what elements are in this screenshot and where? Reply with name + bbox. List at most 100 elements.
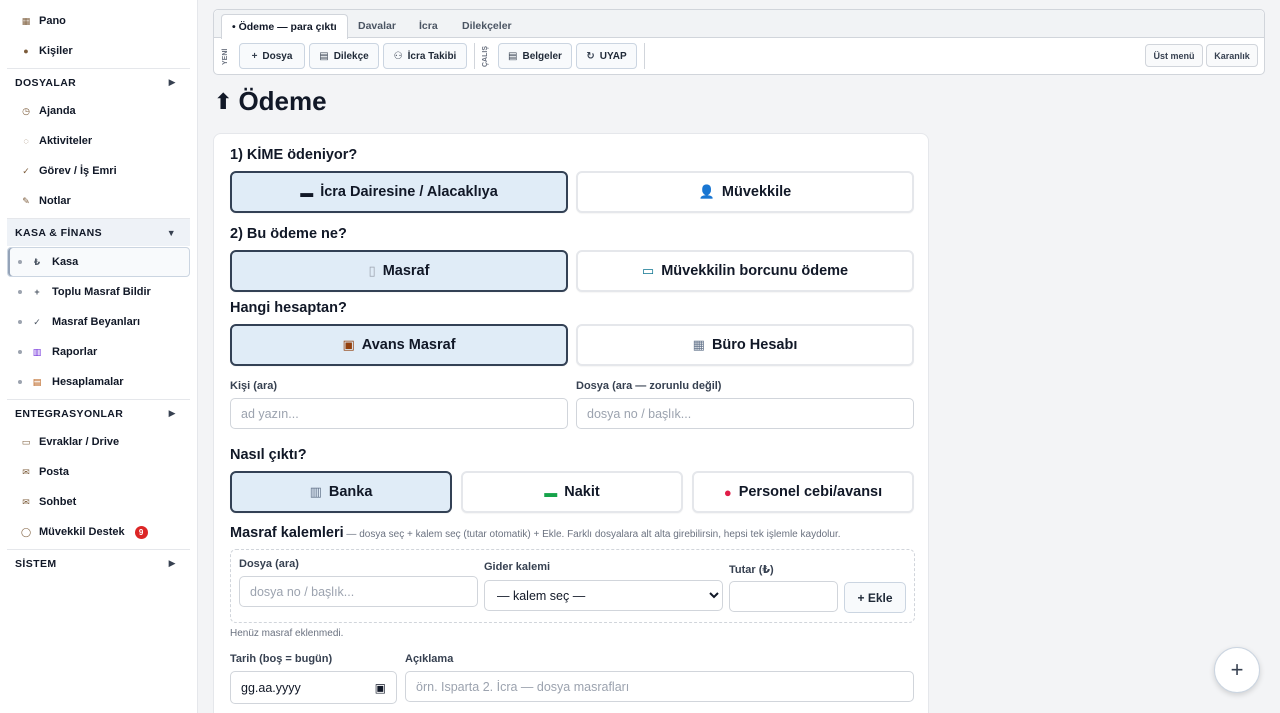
person-search-input[interactable] (230, 398, 568, 429)
toolbar-divider (644, 43, 645, 69)
tab-strip: • Ödeme — para çıktı Davalar İcra Dilekç… (214, 10, 1264, 39)
bank-icon: ▥ (309, 484, 322, 499)
description-label: Açıklama (405, 653, 454, 665)
sidebar-item-toplu-masraf[interactable]: + Toplu Masraf Bildir (0, 277, 197, 307)
description-input[interactable] (405, 671, 914, 702)
sidebar-item-posta[interactable]: ✉ Posta (0, 457, 197, 487)
section-dosyalar[interactable]: DOSYALAR ▶ (7, 68, 190, 96)
briefcase-icon: ▣ (342, 337, 355, 352)
section-kasa-finans[interactable]: KASA & FİNANS ▼ (7, 218, 190, 246)
bullet (18, 380, 22, 384)
sidebar-item-ajanda[interactable]: ◷ Ajanda (0, 96, 197, 126)
expense-amount-input[interactable] (729, 581, 838, 612)
sidebar-item-label: Kasa (52, 256, 79, 268)
calendar-icon[interactable]: ▣ (375, 681, 386, 695)
option-buro-hesabi[interactable]: ▦ Büro Hesabı (576, 324, 914, 366)
receipt-icon: ▯ (368, 263, 376, 278)
option-banka[interactable]: ▥ Banka (230, 471, 452, 513)
sidebar-item-pano[interactable]: ▦ Pano (0, 6, 197, 36)
option-icra-dairesine[interactable]: ▬ İcra Dairesine / Alacaklıya (230, 171, 568, 213)
sidebar-item-label: Pano (39, 15, 66, 27)
sidebar-item-hesaplamalar[interactable]: ▤ Hesaplamalar (0, 367, 197, 397)
section-entegrasyonlar[interactable]: ENTEGRASYONLAR ▶ (7, 399, 190, 427)
group-label-calis: ÇALIŞ (482, 46, 489, 68)
sidebar-item-evraklar[interactable]: ▭ Evraklar / Drive (0, 427, 197, 457)
button-label: Dilekçe (333, 50, 369, 62)
tab-davalar[interactable]: Davalar (358, 14, 396, 38)
dark-mode-button[interactable]: Karanlık (1206, 44, 1258, 67)
expense-item-label: Gider kalemi (484, 561, 551, 573)
person-icon: ● (23, 46, 29, 56)
sidebar-item-raporlar[interactable]: ▥ Raporlar (0, 337, 197, 367)
sidebar-item-gorev[interactable]: ✓ Görev / İş Emri (0, 156, 197, 186)
notification-badge: 9 (134, 525, 148, 539)
document-icon: ▤ (508, 50, 518, 62)
new-file-button[interactable]: + Dosya (239, 43, 305, 69)
question-recipient: 1) KİME ödeniyor? (230, 147, 358, 163)
question-method: Nasıl çıktı? (230, 447, 307, 463)
bullet (18, 350, 22, 354)
question-account: Hangi hesaptan? (230, 300, 347, 316)
date-input[interactable]: gg.aa.yyyy ▣ (230, 671, 397, 704)
option-label: Büro Hesabı (711, 337, 798, 353)
section-label: KASA & FİNANS (15, 226, 103, 239)
option-masraf[interactable]: ▯ Masraf (230, 250, 568, 292)
page-title-text: Ödeme (238, 86, 327, 116)
expenses-hint: — dosya seç + kalem seç (tutar otomatik)… (343, 529, 841, 540)
wallet-icon: ₺ (33, 256, 41, 267)
expense-file-label: Dosya (ara) (239, 558, 299, 570)
expense-file-input[interactable] (239, 576, 478, 607)
new-petition-button[interactable]: ▤ Dilekçe (309, 43, 379, 69)
bullet (18, 260, 22, 264)
new-enforcement-button[interactable]: ⚇ İcra Takibi (383, 43, 467, 69)
grid-icon: ▦ (21, 15, 31, 26)
sidebar-item-masraf-beyanlari[interactable]: ✓ Masraf Beyanları (0, 307, 197, 337)
refresh-icon: ↻ (586, 50, 595, 62)
date-label: Tarih (boş = bugün) (230, 653, 333, 665)
sidebar-item-aktiviteler[interactable]: ◌ Aktiviteler (0, 126, 197, 156)
option-label: İcra Dairesine / Alacaklıya (320, 184, 498, 200)
sidebar-item-muvekkil-destek[interactable]: ◯ Müvekkil Destek 9 (0, 517, 197, 547)
expense-amount-label: Tutar (₺) (729, 564, 774, 576)
group-label-yeni: YENİ (222, 48, 229, 66)
sidebar-item-label: Notlar (39, 195, 71, 207)
add-expense-button[interactable]: + Ekle (844, 582, 906, 613)
option-label: Avans Masraf (361, 337, 456, 353)
section-label: SİSTEM (15, 557, 57, 570)
chevron-right-icon: ▶ (168, 77, 176, 87)
section-sistem[interactable]: SİSTEM ▶ (7, 549, 190, 577)
top-menu-button[interactable]: Üst menü (1145, 44, 1203, 67)
sidebar-item-label: Toplu Masraf Bildir (52, 286, 151, 298)
option-label: Müvekkilin borcunu ödeme (661, 263, 849, 279)
chat-icon: ✉ (22, 496, 30, 507)
tab-dilekceler[interactable]: Dilekçeler (462, 14, 512, 38)
option-muvekkil-borcu[interactable]: ▭ Müvekkilin borcunu ödeme (576, 250, 914, 292)
option-muvekkile[interactable]: 👤 Müvekkile (576, 171, 914, 213)
activity-icon: ◌ (23, 136, 29, 146)
building-icon: ▦ (692, 337, 705, 352)
file-search-input[interactable] (576, 398, 914, 429)
floating-add-button[interactable]: + (1214, 647, 1260, 693)
sidebar-item-label: Evraklar / Drive (39, 436, 120, 448)
file-label: Dosya (ara — zorunlu değil) (576, 380, 722, 392)
sidebar-item-sohbet[interactable]: ✉ Sohbet (0, 487, 197, 517)
toolbar-divider (474, 43, 475, 69)
option-label: Personel cebi/avansı (738, 484, 883, 500)
sidebar-item-kasa[interactable]: ₺ Kasa (7, 247, 190, 277)
sidebar-item-label: Hesaplamalar (52, 376, 124, 388)
wallet-icon: ● (723, 484, 732, 500)
sidebar-item-notlar[interactable]: ✎ Notlar (0, 186, 197, 216)
expense-item-select[interactable]: — kalem seç — (484, 580, 723, 611)
tab-icra[interactable]: İcra (419, 14, 438, 38)
option-personel-cebi[interactable]: ● Personel cebi/avansı (692, 471, 914, 513)
sidebar-item-kisiler[interactable]: ● Kişiler (0, 36, 197, 66)
uyap-button[interactable]: ↻ UYAP (576, 43, 637, 69)
sidebar-item-label: Müvekkil Destek (39, 526, 125, 538)
documents-button[interactable]: ▤ Belgeler (498, 43, 572, 69)
tab-odeme[interactable]: • Ödeme — para çıktı (221, 14, 348, 39)
option-avans-masraf[interactable]: ▣ Avans Masraf (230, 324, 568, 366)
sidebar-item-label: Masraf Beyanları (52, 316, 141, 328)
sidebar-item-label: Görev / İş Emri (39, 165, 117, 177)
button-label: Dosya (262, 50, 293, 62)
option-nakit[interactable]: ▬ Nakit (461, 471, 683, 513)
